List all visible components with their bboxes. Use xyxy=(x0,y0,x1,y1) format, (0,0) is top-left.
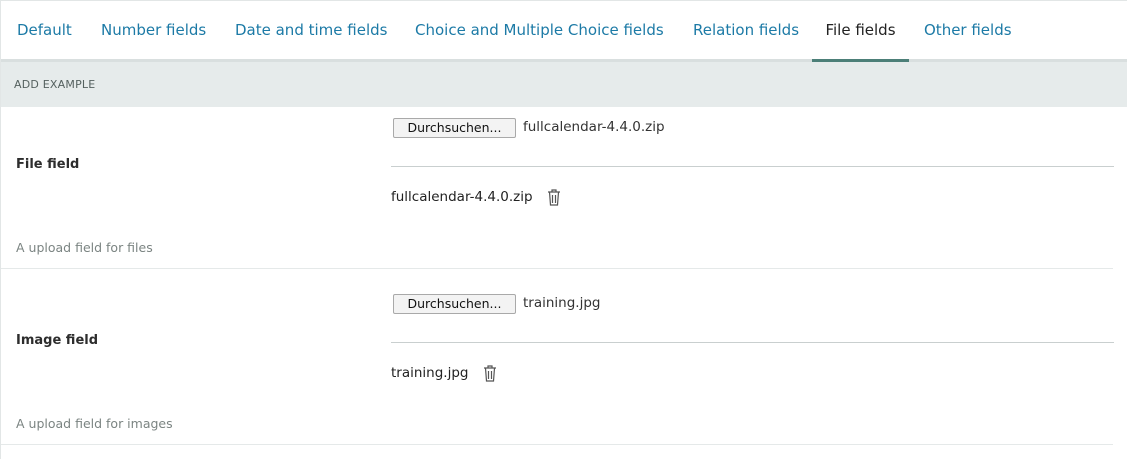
section-header: ADD EXAMPLE xyxy=(1,62,1127,107)
row-divider xyxy=(1,444,1113,445)
file-field-help: A upload field for files xyxy=(16,240,153,255)
image-field-current-file: training.jpg xyxy=(391,365,469,381)
form-panel: Default Number fields Date and time fiel… xyxy=(0,0,1127,459)
image-field-divider xyxy=(391,342,1114,343)
tab-relation-fields[interactable]: Relation fields xyxy=(693,1,799,62)
image-field-help: A upload field for images xyxy=(16,416,173,431)
file-field-row: Durchsuchen... fullcalendar-4.4.0.zip Fi… xyxy=(1,107,1127,269)
trash-icon[interactable] xyxy=(546,188,562,206)
file-field-divider xyxy=(391,166,1114,167)
tab-file-fields[interactable]: File fields xyxy=(812,1,909,62)
section-title: ADD EXAMPLE xyxy=(14,78,96,91)
tab-date-time-fields[interactable]: Date and time fields xyxy=(235,1,387,62)
file-field-label: File field xyxy=(16,157,80,172)
row-divider xyxy=(1,268,1113,269)
tab-choice-fields[interactable]: Choice and Multiple Choice fields xyxy=(415,1,664,62)
tab-bar: Default Number fields Date and time fiel… xyxy=(1,1,1127,62)
tab-number-fields[interactable]: Number fields xyxy=(101,1,206,62)
tab-default[interactable]: Default xyxy=(17,1,72,62)
trash-icon[interactable] xyxy=(482,364,498,382)
tab-other-fields[interactable]: Other fields xyxy=(924,1,1012,62)
image-field-browse-button[interactable]: Durchsuchen... xyxy=(393,294,516,314)
image-field-chosen-name: training.jpg xyxy=(523,295,601,311)
image-field-row: Durchsuchen... training.jpg Image field … xyxy=(1,283,1127,445)
file-field-chosen-name: fullcalendar-4.4.0.zip xyxy=(523,119,665,135)
file-field-current-file: fullcalendar-4.4.0.zip xyxy=(391,189,533,205)
file-field-browse-button[interactable]: Durchsuchen... xyxy=(393,118,516,138)
image-field-label: Image field xyxy=(16,333,99,348)
